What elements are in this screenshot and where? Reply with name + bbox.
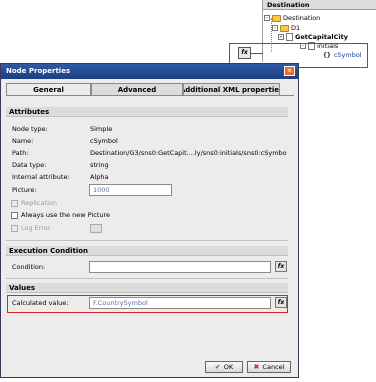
data-type-value: string [90,161,109,169]
log-error-checkbox[interactable] [11,225,18,232]
collapse-icon[interactable]: - [278,34,284,40]
picture-label: Picture: [12,186,37,194]
name-value: cSymbol [90,137,118,145]
screen: Destination - Destination - D1 - GetCapi… [0,0,376,382]
tab-advanced[interactable]: Advanced [91,83,183,95]
condition-label: Condition: [12,263,46,271]
replication-label: Replication [21,199,57,207]
replication-checkbox[interactable] [11,200,18,207]
close-button[interactable]: ✕ [284,66,295,76]
node-type-label: Node type: [12,125,48,133]
folder-icon [280,24,289,32]
data-type-label: Data type: [12,161,47,169]
collapse-icon[interactable]: - [272,25,278,31]
tab-general[interactable]: General [6,83,91,95]
tree-node-label: GetCapitalCity [295,33,348,41]
path-label: Path: [12,149,29,157]
attributes-section-header: Attributes [6,107,288,117]
collapse-icon[interactable]: - [264,15,270,21]
tree-node-destination[interactable]: - Destination [264,13,320,23]
highlight-callout-values [7,295,288,313]
tab-bar: General Advanced Additional XML properti… [6,83,294,95]
folder-icon [272,14,281,22]
section-divider [6,240,288,241]
values-section-header: Values [6,283,288,293]
section-divider [6,278,288,279]
log-error-label: Log Error [21,224,51,232]
tab-underline [6,95,294,96]
dialog-titlebar[interactable]: Node Properties ✕ [1,64,298,79]
internal-attribute-value: Alpha [90,173,109,181]
cancel-icon: ✖ [253,363,260,371]
cancel-button[interactable]: ✖ Cancel [247,361,291,373]
ok-button[interactable]: ✔ OK [205,361,243,373]
tree-node-label: Destination [283,14,321,22]
execution-condition-section-header: Execution Condition [6,246,288,256]
name-label: Name: [12,137,34,145]
always-use-new-picture-label: Always use the new Picture [21,211,111,219]
always-use-new-picture-checkbox[interactable] [11,212,18,219]
checkmark-icon: ✔ [214,363,221,371]
condition-input[interactable] [89,261,271,273]
log-error-options-button[interactable] [90,224,102,233]
internal-attribute-label: Internal attribute: [12,173,70,181]
cancel-button-label: Cancel [262,363,285,371]
destination-header: Destination [263,0,376,10]
condition-formula-button[interactable]: fx [275,261,287,272]
tab-additional-xml-properties[interactable]: Additional XML properties [183,83,280,95]
path-value: Destination/G3/sns0:GetCapit....ly/sns0:… [90,149,287,157]
tree-node-label: D1 [291,24,301,32]
picture-input[interactable]: 1000 [89,184,172,196]
dialog-title: Node Properties [6,67,71,75]
ok-button-label: OK [223,363,234,371]
node-type-value: Simple [90,125,113,133]
document-icon [286,33,293,41]
